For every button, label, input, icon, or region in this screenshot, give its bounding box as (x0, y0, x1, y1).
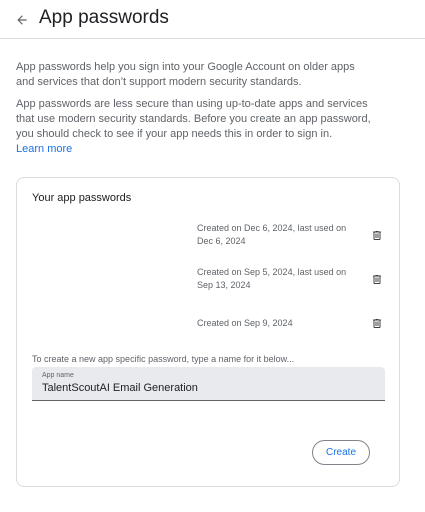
card-title: Your app passwords (32, 192, 132, 204)
password-info: Created on Dec 6, 2024, last used on Dec… (197, 223, 347, 246)
create-button[interactable]: Create (312, 440, 370, 465)
intro-paragraph: App passwords help you sign into your Go… (16, 61, 355, 88)
password-info: Created on Sep 5, 2024, last used on Sep… (197, 267, 347, 290)
back-button[interactable] (12, 10, 32, 30)
page-title: App passwords (39, 7, 169, 28)
password-info: Created on Sep 9, 2024 (197, 318, 293, 328)
delete-password-button[interactable] (370, 315, 384, 331)
header-bar: App passwords (0, 0, 425, 39)
delete-password-button[interactable] (370, 271, 384, 287)
trash-icon (373, 274, 381, 284)
app-name-label: App name (42, 372, 74, 379)
delete-password-button[interactable] (370, 227, 384, 243)
app-name-field[interactable]: App name (32, 367, 385, 401)
app-passwords-card: Your app passwords Created on Dec 6, 202… (16, 177, 400, 487)
trash-icon (373, 318, 381, 328)
security-warning-paragraph: App passwords are less secure than using… (16, 98, 371, 140)
learn-more-link[interactable]: Learn more (16, 142, 72, 157)
app-name-input[interactable] (42, 382, 372, 394)
create-hint: To create a new app specific password, t… (32, 354, 295, 364)
arrow-back-icon (17, 15, 27, 25)
trash-icon (373, 230, 381, 240)
